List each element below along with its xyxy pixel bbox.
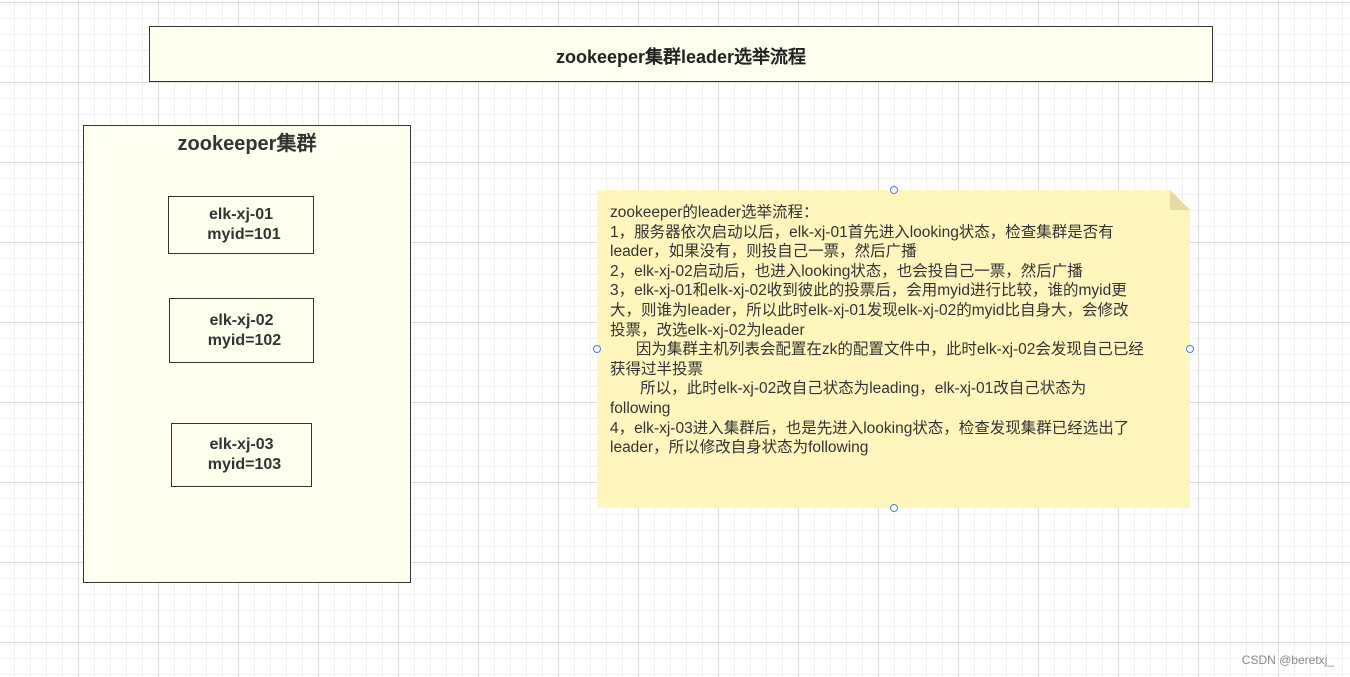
note-line: 获得过半投票 <box>610 360 704 378</box>
note-line: zookeeper的leader选举流程： <box>610 204 819 221</box>
note-line: 4，elk-xj-03进入集群后，也是先进入looking状态，检查发现集群已经… <box>610 419 1130 437</box>
note-line: 1，服务器依次启动以后，elk-xj-01首先进入looking状态，检查集群是… <box>610 223 1114 241</box>
diagram-title-box[interactable]: zookeeper集群leader选举流程 <box>149 26 1213 82</box>
note-line: 因为集群主机列表会配置在zk的配置文件中，此时elk-xj-02会发现自己已经 <box>610 341 1144 359</box>
node-elk-xj-02[interactable]: elk-xj-02 myid=102 <box>169 298 314 363</box>
note-line: 2，elk-xj-02启动后，也进入looking状态，也会投自己一票，然后广播 <box>610 262 1083 280</box>
resize-handle-top[interactable] <box>890 186 898 194</box>
diagram-title: zookeeper集群leader选举流程 <box>555 47 807 67</box>
note-line: 投票，改选elk-xj-02为leader <box>610 321 805 339</box>
node-myid: myid=103 <box>207 456 282 473</box>
note-line: leader，如果没有，则投自己一票，然后广播 <box>610 243 917 261</box>
resize-handle-bottom[interactable] <box>890 504 898 512</box>
node-name: elk-xj-02 <box>209 311 274 329</box>
node-myid: myid=101 <box>207 226 281 243</box>
note-text[interactable]: zookeeper的leader选举流程： 1，服务器依次启动以后，elk-xj… <box>610 203 1180 458</box>
note-line: 大，则谁为leader，所以此时elk-xj-01发现elk-xj-02的myi… <box>610 301 1129 319</box>
node-name: elk-xj-03 <box>209 436 274 453</box>
note-line: 3，elk-xj-01和elk-xj-02收到彼此的投票后，会用myid进行比较… <box>610 282 1127 300</box>
node-name: elk-xj-01 <box>208 206 274 223</box>
node-elk-xj-01[interactable]: elk-xj-01 myid=101 <box>168 196 314 254</box>
node-myid: myid=102 <box>207 331 282 349</box>
cluster-label: zookeeper集群 <box>177 133 317 155</box>
watermark: CSDN @beretxj_ <box>1241 653 1334 667</box>
note-line: following <box>610 399 671 417</box>
resize-handle-right[interactable] <box>1186 345 1194 353</box>
note-line: 所以，此时elk-xj-02改自己状态为leading，elk-xj-01改自己… <box>610 380 1087 398</box>
node-elk-xj-03[interactable]: elk-xj-03 myid=103 <box>171 423 312 487</box>
note-line: leader，所以修改自身状态为following <box>610 439 869 457</box>
resize-handle-left[interactable] <box>593 345 601 353</box>
